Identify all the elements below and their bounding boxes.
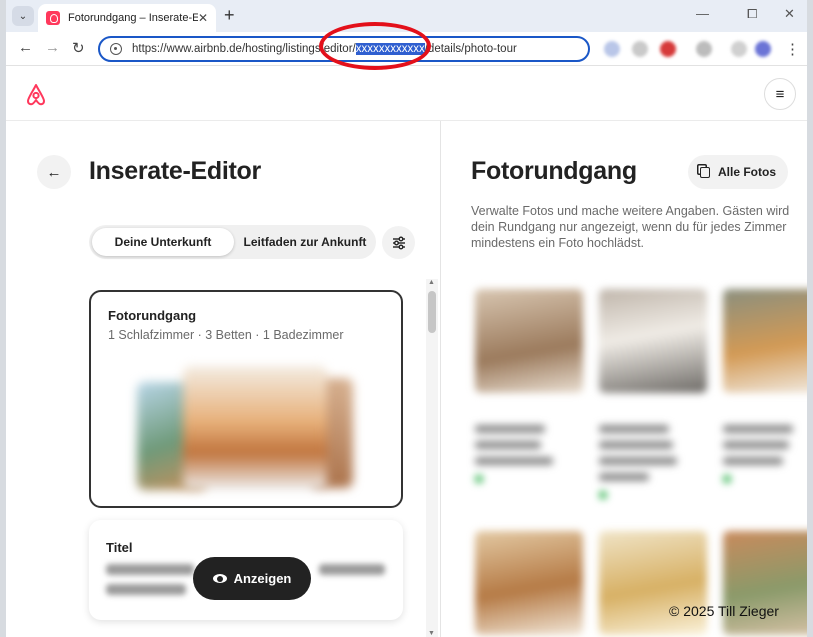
redacted-text <box>319 564 385 575</box>
sliders-icon <box>392 236 405 249</box>
status-dot <box>475 475 483 483</box>
copyright-watermark: © 2025 Till Zieger <box>669 603 779 619</box>
room-label <box>599 457 677 465</box>
photos-stack-icon <box>699 166 710 178</box>
airbnb-logo-icon[interactable] <box>24 83 48 107</box>
profile-avatar[interactable] <box>755 41 771 57</box>
hamburger-icon: ≡ <box>775 85 785 103</box>
url-suffix: /details/photo-tour <box>424 43 517 55</box>
room-photo[interactable] <box>723 531 807 635</box>
close-window-icon[interactable]: ✕ <box>784 6 795 22</box>
reload-icon[interactable]: ↻ <box>72 39 85 57</box>
room-label <box>723 457 783 465</box>
section-description: Verwalte Fotos und mache weitere Angaben… <box>471 204 790 250</box>
all-photos-button[interactable]: Alle Fotos <box>688 155 788 189</box>
room-photo[interactable] <box>723 289 807 393</box>
show-button-label: Anzeigen <box>233 571 292 586</box>
browser-window: ⌄ Fotorundgang – Inserate-Editor ✕ + — ⧠… <box>6 0 807 637</box>
room-label <box>475 441 541 449</box>
all-photos-label: Alle Fotos <box>717 165 776 179</box>
room-photo[interactable] <box>599 531 707 635</box>
redacted-text <box>106 564 194 575</box>
room-label <box>723 441 789 449</box>
room-label <box>475 457 553 465</box>
extension-icon[interactable] <box>632 41 648 57</box>
back-button[interactable]: ← <box>37 155 71 189</box>
filter-button[interactable] <box>382 226 415 259</box>
room-label <box>599 473 649 481</box>
tab-search-button[interactable]: ⌄ <box>12 6 34 26</box>
arrow-left-icon: ← <box>46 163 62 181</box>
room-photo-grid <box>467 279 807 637</box>
minimize-icon[interactable]: — <box>696 6 709 21</box>
card-heading: Titel <box>106 540 133 555</box>
room-label <box>599 441 673 449</box>
page-title: Inserate-Editor <box>89 157 261 185</box>
room-photo[interactable] <box>475 531 583 635</box>
card-subtitle: 1 Schlafzimmer · 3 Betten · 1 Badezimmer <box>108 328 344 342</box>
photo-tour-card[interactable]: Fotorundgang 1 Schlafzimmer · 3 Betten ·… <box>89 290 403 508</box>
card-heading: Fotorundgang <box>108 308 197 323</box>
forward-nav-icon[interactable]: → <box>45 39 60 56</box>
annotation-ring <box>319 22 431 70</box>
room-photo[interactable] <box>475 289 583 393</box>
airbnb-favicon-icon <box>46 11 60 25</box>
room-label <box>599 425 669 433</box>
scrollbar[interactable]: ▲ ▼ <box>426 279 438 637</box>
eye-icon <box>212 574 227 583</box>
extension-icon[interactable] <box>660 41 676 57</box>
tab-deine-unterkunft[interactable]: Deine Unterkunft <box>92 228 234 256</box>
room-label <box>723 425 793 433</box>
tab-close-icon[interactable]: ✕ <box>198 11 208 25</box>
extension-icon[interactable] <box>696 41 712 57</box>
back-nav-icon[interactable]: ← <box>18 39 33 56</box>
scroll-down-icon[interactable]: ▼ <box>428 630 435 637</box>
site-info-icon[interactable] <box>110 43 122 55</box>
tab-fotorundgang[interactable]: Fotorundgang – Inserate-Editor ✕ <box>38 4 216 32</box>
chevron-down-icon: ⌄ <box>18 10 28 22</box>
status-dot <box>599 491 607 499</box>
extension-icon[interactable] <box>731 41 747 57</box>
extension-icon[interactable] <box>604 41 620 57</box>
room-label <box>475 425 545 433</box>
scroll-thumb[interactable] <box>428 291 436 333</box>
editor-sidebar: ← Inserate-Editor Deine Unterkunft Leitf… <box>6 121 440 637</box>
segmented-control: Deine Unterkunft Leitfaden zur Ankunft <box>89 225 376 259</box>
status-dot <box>723 475 731 483</box>
main-menu-button[interactable]: ≡ <box>764 78 796 110</box>
new-tab-button[interactable]: + <box>224 5 235 26</box>
show-button[interactable]: Anzeigen <box>193 557 311 600</box>
section-title: Fotorundgang <box>471 157 637 185</box>
photo-tour-panel: Fotorundgang Alle Fotos Verwalte Fotos u… <box>441 121 807 637</box>
photo-thumbnail <box>183 366 327 490</box>
redacted-text <box>106 584 186 595</box>
tab-title: Fotorundgang – Inserate-Editor <box>68 12 198 24</box>
scroll-up-icon[interactable]: ▲ <box>428 279 435 286</box>
airbnb-header: ≡ <box>6 66 807 121</box>
maximize-icon[interactable]: ⧠ <box>747 6 757 22</box>
more-menu-icon[interactable]: ⋮ <box>785 40 800 58</box>
tab-leitfaden-ankunft[interactable]: Leitfaden zur Ankunft <box>236 228 374 256</box>
room-photo[interactable] <box>599 289 707 393</box>
